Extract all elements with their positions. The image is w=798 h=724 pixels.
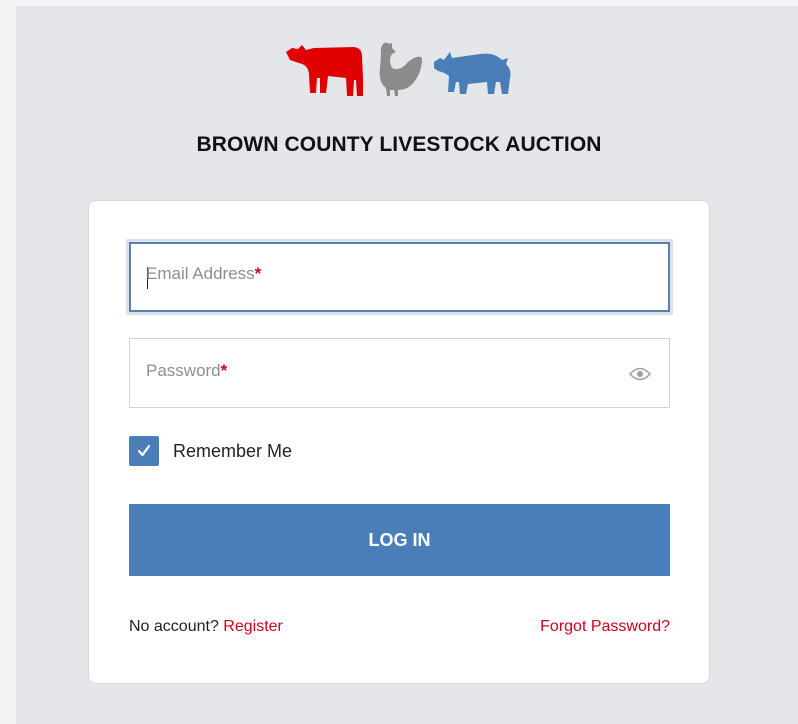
cow-icon <box>286 45 363 96</box>
password-placeholder: Password* <box>146 361 228 380</box>
chicken-icon <box>379 42 422 96</box>
no-account-text: No account? <box>129 618 224 635</box>
login-card: Email Address* Password* Remember Me LOG… <box>88 200 710 684</box>
checkmark-icon <box>137 444 151 457</box>
footer-links: No account? Register Forgot Password? <box>129 618 670 636</box>
logo <box>284 38 514 98</box>
login-button[interactable]: LOG IN <box>129 504 670 576</box>
email-field[interactable]: Email Address* <box>129 242 670 312</box>
eye-icon[interactable] <box>629 367 651 381</box>
remember-me-label: Remember Me <box>173 440 293 461</box>
page-title: BROWN COUNTY LIVESTOCK AUCTION <box>196 133 602 156</box>
email-placeholder: Email Address* <box>146 264 262 283</box>
remember-me-row[interactable]: Remember Me <box>129 436 292 466</box>
remember-me-checkbox[interactable] <box>129 436 159 466</box>
password-field[interactable]: Password* <box>129 338 670 408</box>
forgot-password-link[interactable]: Forgot Password? <box>540 618 670 636</box>
required-marker: * <box>220 361 228 380</box>
register-link[interactable]: Register <box>223 618 283 635</box>
required-marker: * <box>254 264 262 283</box>
pig-icon <box>434 52 511 94</box>
